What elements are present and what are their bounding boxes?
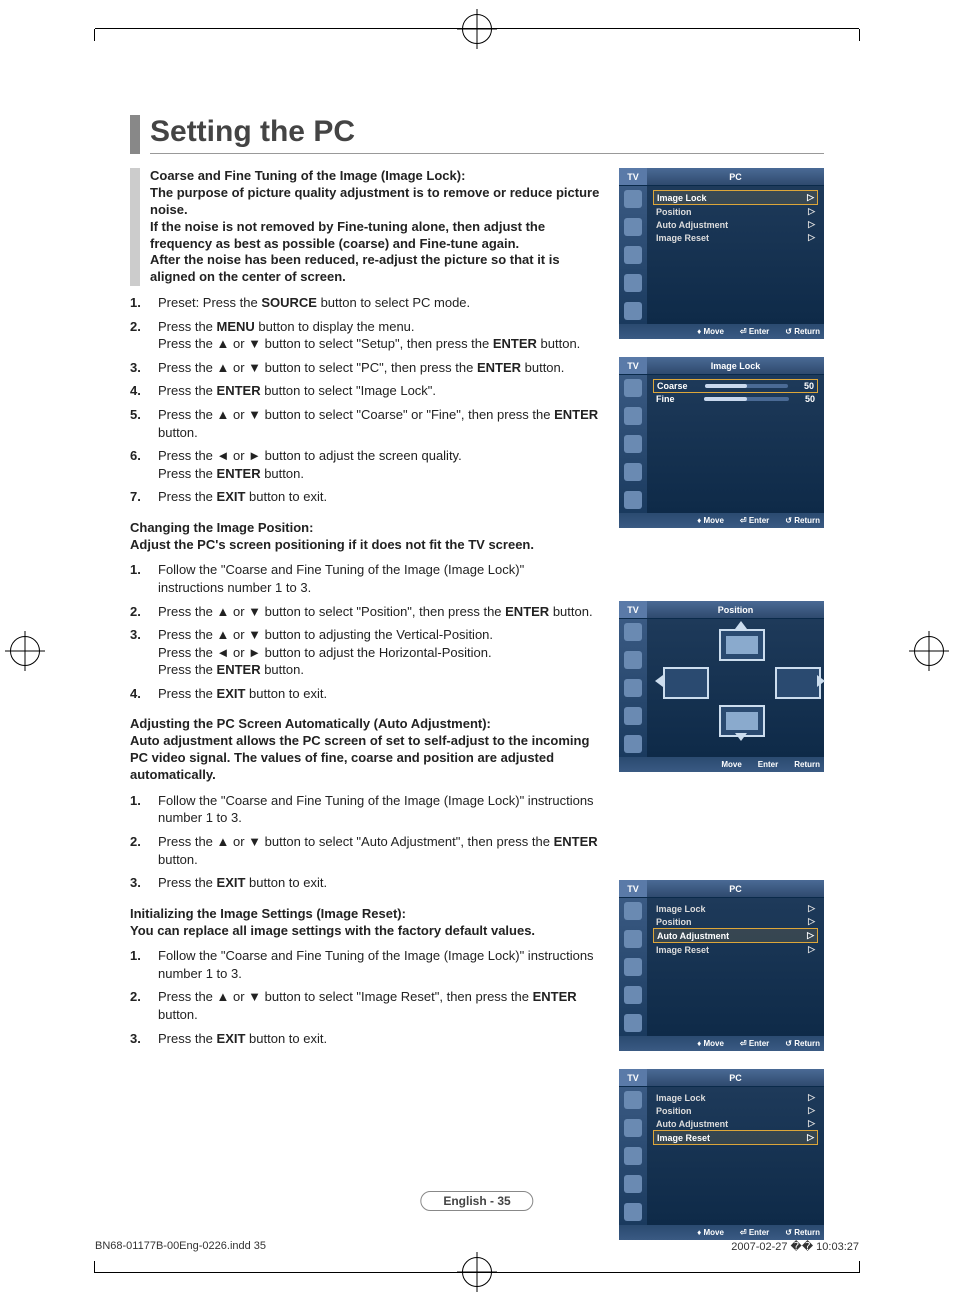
osd-foot-move: ♦ Move	[697, 327, 724, 336]
osd5-title: PC	[647, 1069, 824, 1086]
osd-foot-return: ↺ Return	[785, 327, 820, 336]
step: 4.Press the EXIT button to exit.	[130, 685, 601, 703]
step: 7.Press the EXIT button to exit.	[130, 488, 601, 506]
section2-intro: Changing the Image Position:Adjust the P…	[130, 520, 601, 554]
step: 1.Preset: Press the SOURCE button to sel…	[130, 294, 601, 312]
section1-steps: 1.Preset: Press the SOURCE button to sel…	[130, 294, 601, 505]
osd-menu-item: Image Reset▷	[653, 1130, 818, 1145]
step: 1.Follow the "Coarse and Fine Tuning of …	[130, 792, 601, 827]
osd-menu-item: Image Lock▷	[653, 190, 818, 205]
section1-intro: Coarse and Fine Tuning of the Image (Ima…	[150, 168, 601, 286]
osd-corner: TV	[619, 168, 647, 185]
step: 1.Follow the "Coarse and Fine Tuning of …	[130, 561, 601, 596]
osd-menu-item: Position▷	[653, 1104, 818, 1117]
section3-steps: 1.Follow the "Coarse and Fine Tuning of …	[130, 792, 601, 892]
footer-file: BN68-01177B-00Eng-0226.indd 35	[95, 1240, 266, 1253]
step: 2.Press the ▲ or ▼ button to select "Pos…	[130, 603, 601, 621]
osd-slider: Fine50	[653, 393, 818, 405]
page-title: Setting the PC	[150, 115, 824, 154]
position-diagram	[653, 623, 818, 739]
footer-date: 2007-02-27 �� 10:03:27	[731, 1240, 859, 1253]
osd-pc-menu-3: TV PC Image Lock▷Position▷Auto Adjustmen…	[619, 1069, 824, 1240]
osd-menu-item: Image Lock▷	[653, 1091, 818, 1104]
osd-foot-enter: ⏎ Enter	[740, 327, 769, 336]
step: 6.Press the ◄ or ► button to adjust the …	[130, 447, 601, 482]
osd1-title: PC	[647, 168, 824, 185]
step: 3.Press the EXIT button to exit.	[130, 1030, 601, 1048]
step: 4.Press the ENTER button to select "Imag…	[130, 382, 601, 400]
step: 3.Press the ▲ or ▼ button to adjusting t…	[130, 626, 601, 679]
section4-intro: Initializing the Image Settings (Image R…	[130, 906, 601, 940]
osd4-title: PC	[647, 880, 824, 897]
step: 1.Follow the "Coarse and Fine Tuning of …	[130, 947, 601, 982]
osd-pc-menu-1: TV PC Image Lock▷Position▷Auto Adjustmen…	[619, 168, 824, 339]
step: 2.Press the ▲ or ▼ button to select "Aut…	[130, 833, 601, 868]
osd2-title: Image Lock	[647, 357, 824, 374]
section2-steps: 1.Follow the "Coarse and Fine Tuning of …	[130, 561, 601, 702]
step: 3.Press the ▲ or ▼ button to select "PC"…	[130, 359, 601, 377]
osd-menu-item: Image Reset▷	[653, 231, 818, 244]
osd-slider: Coarse50	[653, 379, 818, 393]
step: 5.Press the ▲ or ▼ button to select "Coa…	[130, 406, 601, 441]
osd-position: TV Position	[619, 601, 824, 772]
step: 2.Press the MENU button to display the m…	[130, 318, 601, 353]
osd-menu-item: Position▷	[653, 205, 818, 218]
section4-steps: 1.Follow the "Coarse and Fine Tuning of …	[130, 947, 601, 1047]
section3-intro: Adjusting the PC Screen Automatically (A…	[130, 716, 601, 784]
osd-menu-item: Auto Adjustment▷	[653, 1117, 818, 1130]
page-number: English - 35	[420, 1191, 533, 1211]
osd3-title: Position	[647, 601, 824, 618]
osd-menu-item: Image Reset▷	[653, 943, 818, 956]
osd-menu-item: Auto Adjustment▷	[653, 928, 818, 943]
step: 3.Press the EXIT button to exit.	[130, 874, 601, 892]
osd-pc-menu-2: TV PC Image Lock▷Position▷Auto Adjustmen…	[619, 880, 824, 1051]
osd-menu-item: Auto Adjustment▷	[653, 218, 818, 231]
osd-menu-item: Position▷	[653, 915, 818, 928]
osd-menu-item: Image Lock▷	[653, 902, 818, 915]
step: 2.Press the ▲ or ▼ button to select "Ima…	[130, 988, 601, 1023]
osd-image-lock: TV Image Lock Coarse50Fine50 ♦ Move ⏎ En…	[619, 357, 824, 528]
